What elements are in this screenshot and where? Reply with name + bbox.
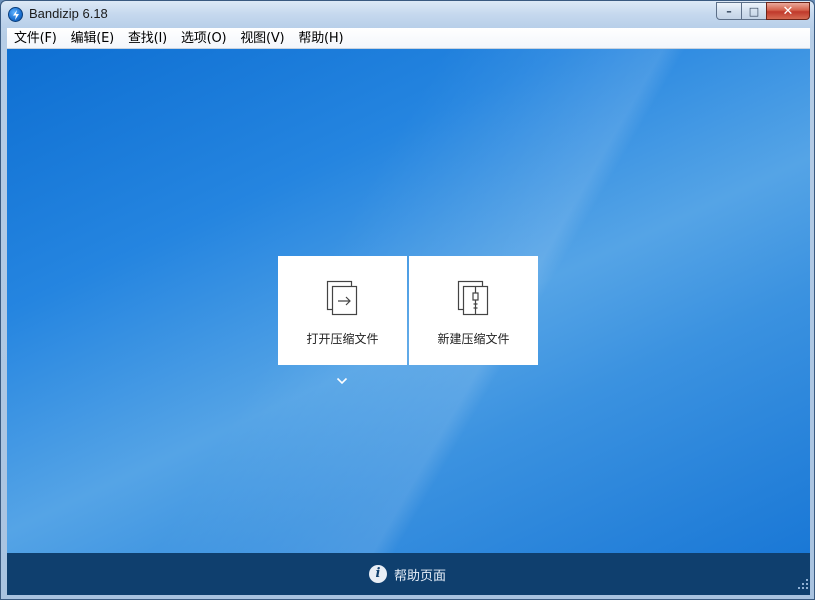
menu-find[interactable]: 查找(I) xyxy=(121,28,174,49)
start-screen: 打开压缩文件 新建压缩文件 xyxy=(7,49,810,553)
menu-view[interactable]: 视图(V) xyxy=(233,28,291,49)
open-archive-button[interactable]: 打开压缩文件 xyxy=(278,256,407,365)
help-page-link[interactable]: i 帮助页面 xyxy=(369,564,446,584)
info-icon: i xyxy=(369,565,387,583)
footer-bar: i 帮助页面 xyxy=(7,553,810,595)
new-archive-icon xyxy=(457,280,491,320)
menu-bar: 文件(F) 编辑(E) 查找(I) 选项(O) 视图(V) 帮助(H) xyxy=(7,28,810,49)
help-page-label: 帮助页面 xyxy=(394,568,447,584)
main-window: Bandizip 6.18 – □ ✕ 文件(F) 编辑(E) 查找(I) 选项… xyxy=(0,0,815,600)
chevron-down-icon[interactable] xyxy=(336,370,348,389)
menu-edit[interactable]: 编辑(E) xyxy=(64,28,121,49)
minimize-button[interactable]: – xyxy=(716,2,742,20)
open-archive-label: 打开压缩文件 xyxy=(306,332,379,346)
minimize-icon: – xyxy=(726,4,732,18)
close-icon: ✕ xyxy=(782,3,794,19)
window-title: Bandizip 6.18 xyxy=(29,6,108,21)
open-archive-icon xyxy=(326,280,360,320)
maximize-button[interactable]: □ xyxy=(741,2,767,20)
new-archive-label: 新建压缩文件 xyxy=(437,332,510,346)
menu-file[interactable]: 文件(F) xyxy=(7,28,64,49)
close-button[interactable]: ✕ xyxy=(766,2,810,20)
title-bar[interactable]: Bandizip 6.18 – □ ✕ xyxy=(1,1,814,28)
menu-options[interactable]: 选项(O) xyxy=(174,28,233,49)
menu-help[interactable]: 帮助(H) xyxy=(291,28,350,49)
resize-grip-icon[interactable] xyxy=(798,574,808,593)
new-archive-button[interactable]: 新建压缩文件 xyxy=(409,256,538,365)
bandizip-app-icon[interactable] xyxy=(8,7,23,22)
caption-buttons: – □ ✕ xyxy=(716,2,810,20)
maximize-icon: □ xyxy=(748,4,760,18)
